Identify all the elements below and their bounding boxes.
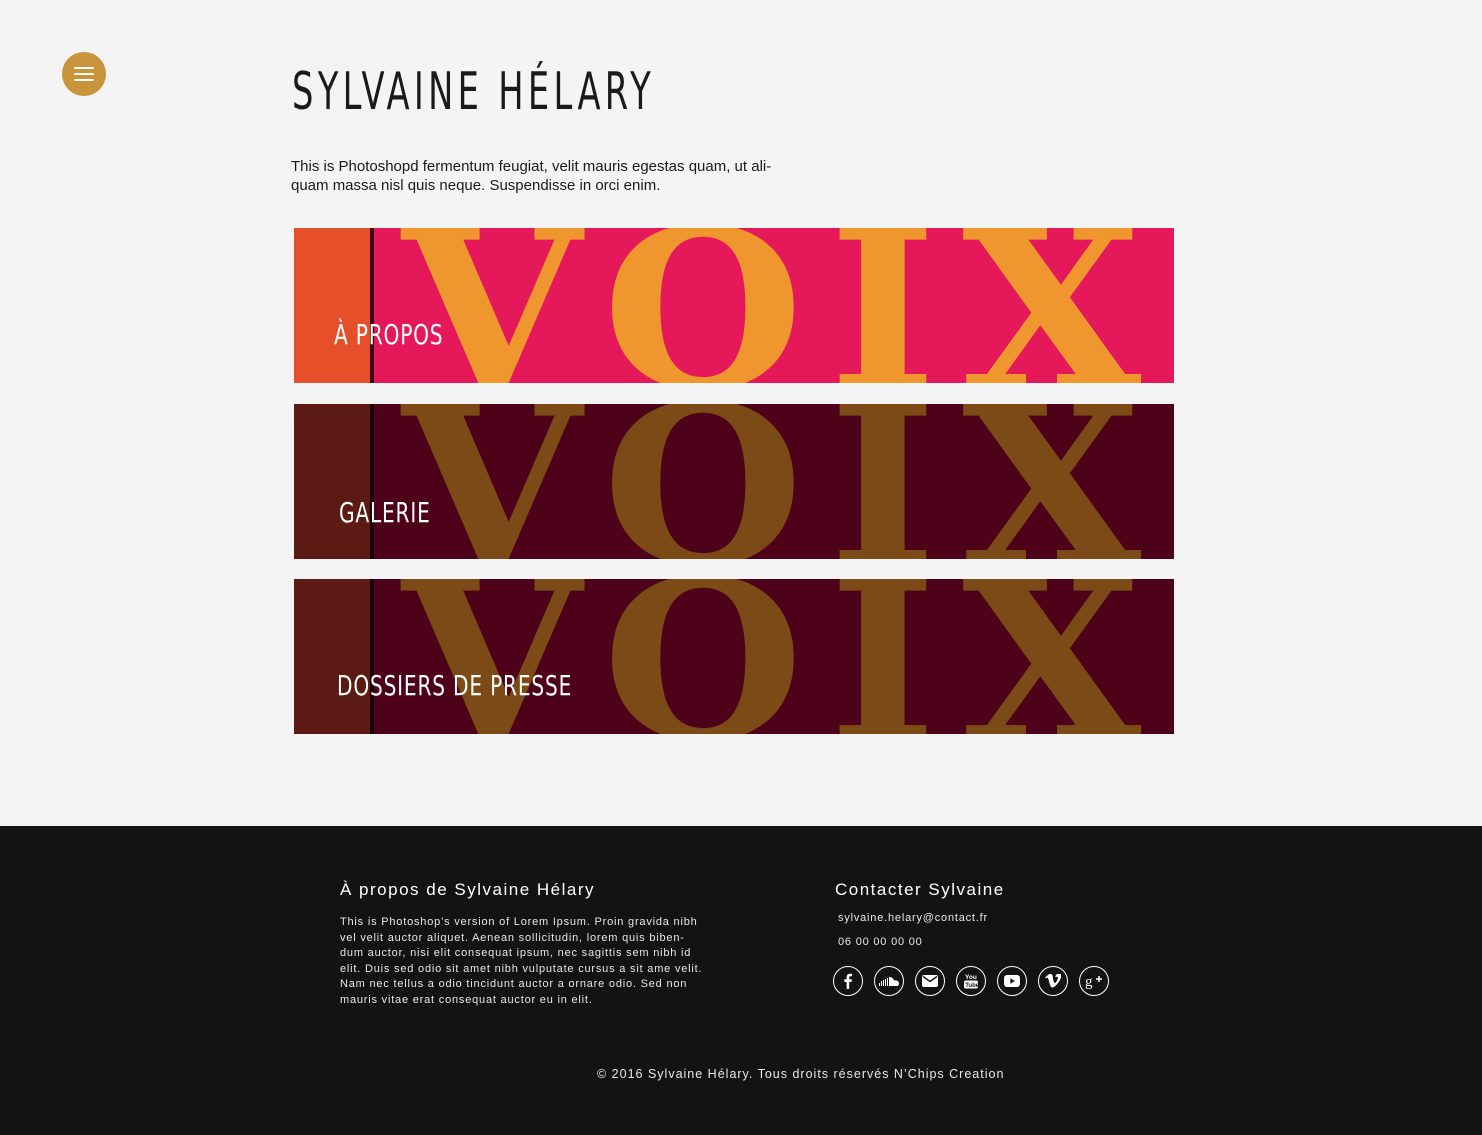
hamburger-icon-line	[74, 79, 94, 81]
intro-line: This is Photoshopd fermentum feugiat, ve…	[291, 158, 772, 175]
contact-email-link[interactable]: sylvaine.helary@contact.fr	[838, 912, 988, 924]
soundcloud-icon[interactable]	[874, 966, 904, 996]
banner-galerie[interactable]: VOIX GALERIE	[294, 404, 1174, 559]
intro-text: This is Photoshopd fermentum feugiat, ve…	[291, 157, 851, 195]
voix-artwork: VOIX	[402, 404, 1167, 559]
svg-text:You: You	[965, 974, 977, 981]
youtube-play-icon[interactable]	[997, 966, 1027, 996]
about-line: Nam nec tellus a odio tincidunt auctor a…	[340, 978, 688, 991]
about-line: mauris vitae erat consequat auctor eu in…	[340, 993, 593, 1006]
about-line: dum auctor, nisi elit consequat ipsum, n…	[340, 947, 692, 960]
youtube-icon[interactable]: You Tube	[956, 966, 986, 996]
voix-artwork: VOIX	[402, 228, 1167, 383]
voix-artwork: VOIX	[402, 579, 1167, 734]
page-title: SYLVAINE HÉLARY	[292, 62, 656, 122]
banner-label: À PROPOS	[334, 318, 444, 351]
mail-icon[interactable]	[915, 966, 945, 996]
svg-text:Tube: Tube	[965, 983, 979, 989]
about-line: vel velit auctor aliquet. Aenean sollici…	[340, 931, 685, 944]
banner-stripe	[294, 228, 370, 383]
social-links: You Tube g	[833, 966, 1109, 996]
menu-button[interactable]	[62, 52, 106, 96]
vimeo-icon[interactable]	[1038, 966, 1068, 996]
banner-stripe	[294, 579, 370, 734]
banner-stripe	[294, 404, 370, 559]
svg-text:g: g	[1085, 974, 1093, 989]
banner-stripe-line	[370, 579, 374, 734]
hamburger-icon-line	[74, 73, 94, 75]
about-line: elit. Duis sed odio sit amet nibh vulput…	[340, 962, 703, 975]
footer-about-text: This is Photoshop’s version of Lorem Ips…	[340, 915, 730, 1009]
footer: À propos de Sylvaine Hélary This is Phot…	[0, 826, 1482, 1135]
contact-phone: 06 00 00 00 00	[838, 936, 923, 948]
hamburger-icon-line	[74, 67, 94, 69]
footer-contact-title: Contacter Sylvaine	[835, 880, 1005, 899]
intro-line: quam massa nisl quis neque. Suspendisse …	[291, 177, 661, 194]
facebook-icon[interactable]	[833, 966, 863, 996]
about-line: This is Photoshop’s version of Lorem Ips…	[340, 916, 698, 928]
banner-label: GALERIE	[339, 496, 431, 529]
banner-stripe-line	[370, 228, 374, 383]
banner-a-propos[interactable]: VOIX À PROPOS	[294, 228, 1174, 383]
banner-dossiers-de-presse[interactable]: VOIX DOSSIERS DE PRESSE	[294, 579, 1174, 734]
copyright-text: © 2016 Sylvaine Hélary. Tous droits rése…	[597, 1067, 1005, 1081]
footer-about-title: À propos de Sylvaine Hélary	[340, 880, 596, 899]
banner-stripe-line	[370, 404, 374, 559]
banner-label: DOSSIERS DE PRESSE	[337, 669, 573, 702]
google-plus-icon[interactable]: g	[1079, 966, 1109, 996]
